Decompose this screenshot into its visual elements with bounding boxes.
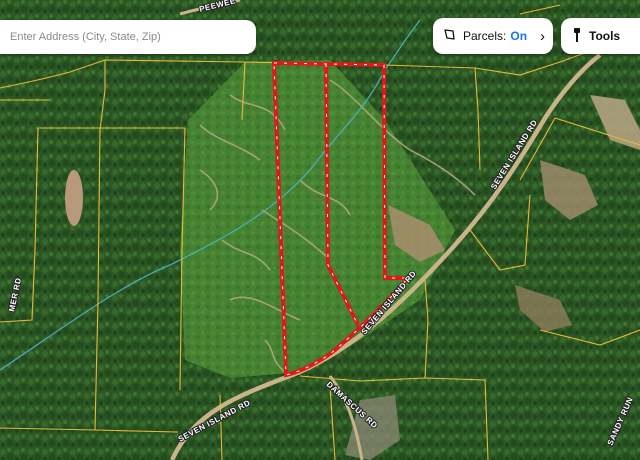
bare-patch	[65, 170, 83, 226]
parcels-toggle-label: Parcels:	[463, 29, 507, 43]
chevron-right-icon: ›	[540, 27, 545, 45]
satellite-map[interactable]: PEEWEE SEVEN ISLAND RD SEVEN ISLAND RD S…	[0, 0, 640, 460]
tools-button[interactable]: Tools	[561, 18, 640, 54]
address-search-box[interactable]	[0, 20, 256, 54]
tools-button-label: Tools	[589, 29, 621, 43]
tools-icon	[573, 27, 581, 46]
parcels-toggle-state: On	[510, 29, 528, 43]
parcels-toggle-button[interactable]: Parcels: On ›	[433, 18, 553, 54]
address-search-input[interactable]	[8, 30, 252, 44]
parcel-shape-icon	[443, 28, 456, 44]
